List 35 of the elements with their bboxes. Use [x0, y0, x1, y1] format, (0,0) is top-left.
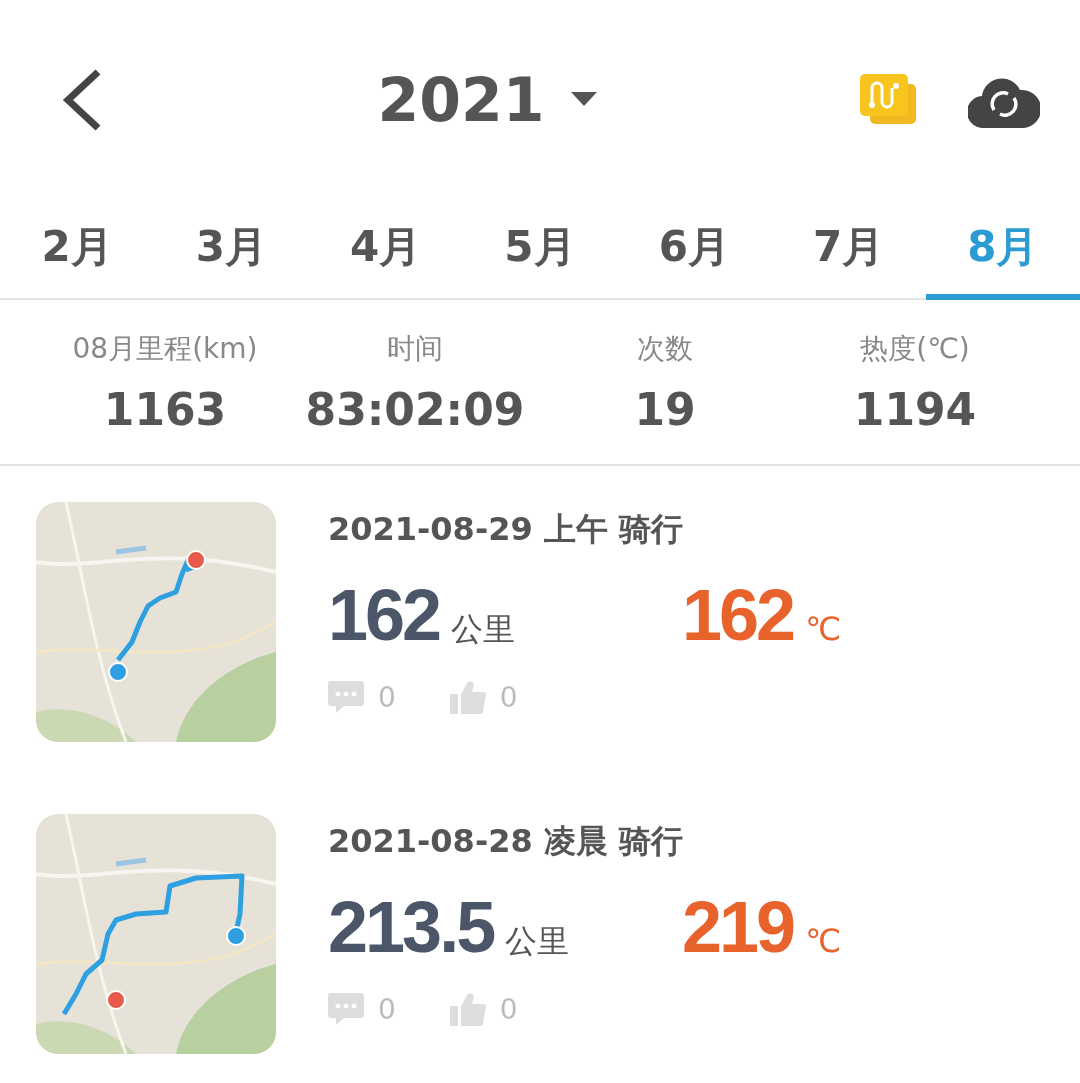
month-tab[interactable]: 3月 [154, 200, 309, 300]
heat-unit: ℃ [805, 922, 842, 960]
stat-value: 83:02:09 [305, 383, 525, 435]
comment-icon[interactable] [328, 681, 364, 713]
year-dropdown[interactable]: 2021 [377, 65, 597, 135]
heat-value: 162 [682, 574, 794, 656]
thumbs-up-icon[interactable] [449, 680, 486, 714]
stat-label: 次数 [637, 330, 693, 367]
stat-value: 19 [634, 383, 696, 435]
like-count: 0 [499, 992, 518, 1026]
heat-value: 219 [682, 886, 794, 968]
stat-label: 热度(℃) [860, 330, 970, 367]
stat-value: 1194 [853, 383, 977, 435]
stat-value: 1163 [103, 383, 227, 435]
distance-unit: 公里 [505, 921, 570, 962]
month-tab[interactable]: 4月 [308, 200, 463, 300]
month-tab[interactable]: 2月 [0, 200, 155, 300]
distance-value: 162 [328, 574, 440, 656]
distance-value: 213.5 [328, 886, 494, 968]
comment-count: 0 [378, 680, 396, 714]
ride-title: 2021-08-29 上午 骑行 [328, 509, 684, 550]
month-tab[interactable]: 7月 [771, 200, 926, 300]
stat-label: 时间 [387, 330, 443, 367]
ride-title: 2021-08-28 凌晨 骑行 [328, 821, 684, 862]
month-tab[interactable]: 5月 [462, 200, 618, 300]
route-icon[interactable] [860, 74, 918, 126]
heat-unit: ℃ [805, 610, 842, 648]
thumbs-up-icon[interactable] [449, 992, 486, 1026]
caret-icon[interactable] [570, 92, 597, 108]
comment-count: 0 [378, 992, 396, 1026]
distance-unit: 公里 [451, 609, 516, 650]
month-tab[interactable]: 6月 [617, 200, 772, 300]
comment-icon[interactable] [328, 993, 364, 1025]
stat-label: 08月里程(km) [72, 330, 258, 367]
like-count: 0 [499, 680, 518, 714]
